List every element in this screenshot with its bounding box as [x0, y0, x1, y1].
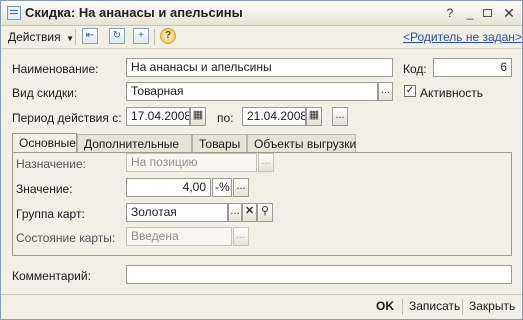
button-divider — [462, 299, 463, 315]
ok-button[interactable]: OK — [376, 299, 394, 313]
calendar-icon[interactable]: ▦ — [306, 107, 322, 126]
active-checkbox[interactable]: ✓ — [404, 85, 416, 97]
tab-export-objects[interactable]: Объекты выгрузки — [247, 134, 356, 152]
tab-goods[interactable]: Товары — [192, 134, 247, 152]
tab-additional[interactable]: Дополнительные — [77, 134, 192, 152]
refresh-icon[interactable]: ↻ — [109, 28, 125, 44]
purpose-label: Назначение: — [16, 157, 87, 171]
bottom-bar: OK Записать Закрыть — [1, 294, 522, 320]
form-icon — [7, 6, 21, 20]
toolbar: Действия ▼ ⇤ ↻ + ? <Родитель не задан> — [1, 26, 522, 49]
discount-type-field[interactable]: Товарная — [126, 82, 378, 101]
value-amount-field[interactable]: 4,00 — [126, 178, 211, 197]
card-state-select-button: ... — [233, 227, 249, 246]
purpose-field: На позицию — [126, 153, 257, 172]
help-icon[interactable]: ? — [443, 6, 457, 20]
calendar-icon[interactable]: ▦ — [190, 107, 206, 126]
tab-main[interactable]: Основные — [12, 133, 77, 153]
toolbar-divider — [154, 29, 155, 45]
help-icon[interactable]: ? — [160, 28, 176, 44]
value-label: Значение: — [16, 182, 73, 196]
card-group-select-button[interactable]: ... — [228, 203, 242, 222]
card-group-label: Группа карт: — [16, 207, 85, 221]
code-label: Код: — [403, 62, 427, 76]
purpose-select-button: ... — [258, 153, 274, 172]
card-state-label: Состояние карты: — [16, 231, 116, 245]
name-label: Наименование: — [12, 62, 99, 76]
toolbar-divider — [75, 29, 76, 45]
value-unit-field[interactable]: -% — [212, 178, 232, 197]
actions-menu[interactable]: Действия ▼ — [8, 28, 74, 46]
close-button[interactable]: Закрыть — [469, 299, 515, 313]
comment-label: Комментарий: — [12, 269, 91, 283]
copy-icon[interactable]: + — [133, 28, 149, 44]
card-group-field[interactable]: Золотая — [126, 203, 228, 222]
maximize-icon[interactable] — [483, 9, 492, 17]
discount-form-window: Скидка: На ананасы и апельсины ? _ ✕ Дей… — [0, 0, 523, 320]
clear-icon[interactable]: ✕ — [242, 203, 257, 222]
button-divider — [402, 299, 403, 315]
save-button[interactable]: Записать — [409, 299, 460, 313]
name-field[interactable]: На ананасы и апельсины — [126, 58, 393, 77]
actions-menu-label: Действия — [8, 30, 61, 44]
discount-type-label: Вид скидки: — [12, 86, 78, 100]
active-label: Активность — [420, 86, 484, 100]
comment-field[interactable] — [126, 265, 512, 284]
period-label: Период действия с: — [12, 111, 122, 125]
period-from-field[interactable]: 17.04.2008 — [126, 107, 190, 126]
period-select-button[interactable]: ... — [332, 107, 348, 126]
period-to-label: по: — [217, 111, 234, 125]
close-window-icon[interactable]: ✕ — [502, 6, 516, 20]
period-to-field[interactable]: 21.04.2008 — [242, 107, 306, 126]
parent-link[interactable]: <Родитель не задан> — [403, 28, 522, 46]
title-bar: Скидка: На ананасы и апельсины ? _ ✕ — [1, 1, 522, 26]
chevron-down-icon: ▼ — [63, 34, 75, 43]
minimize-icon[interactable]: _ — [463, 6, 477, 20]
value-unit-select-button[interactable]: ... — [233, 178, 249, 197]
discount-type-select-button[interactable]: ... — [378, 82, 393, 101]
window-title: Скидка: На ананасы и апельсины — [25, 5, 243, 20]
code-field[interactable]: 6 — [433, 58, 512, 77]
search-icon[interactable]: ⚲ — [257, 203, 273, 222]
go-to-list-icon[interactable]: ⇤ — [82, 28, 98, 44]
card-state-field: Введена — [126, 227, 232, 246]
